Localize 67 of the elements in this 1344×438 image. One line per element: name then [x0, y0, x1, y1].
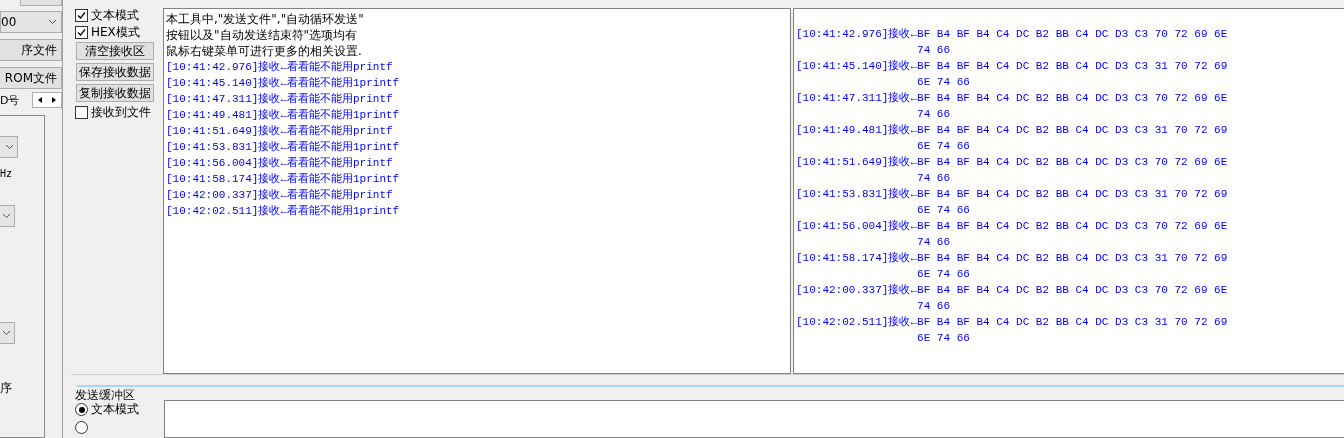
- log-prefix: [10:41:53.831]接收←: [796, 187, 918, 202]
- log-line: [10:41:42.976]接收←看看能不能用printf: [166, 60, 394, 75]
- log-prefix: [10:41:56.004]接收←: [796, 219, 918, 234]
- hex-bytes: 74 66: [917, 171, 951, 186]
- file-button[interactable]: 序文件: [0, 39, 62, 61]
- log-prefix: [10:41:58.174]接收←: [796, 251, 918, 266]
- hex-bytes: 6E 74 66: [917, 139, 970, 154]
- checkbox[interactable]: HEX模式: [75, 25, 163, 40]
- spin-control[interactable]: [32, 92, 62, 108]
- log-line: [10:41:51.649]接收←看看能不能用printf: [166, 124, 394, 139]
- hex-bytes: BF B4 BF B4 C4 DC B2 BB C4 DC D3 C3 31 70 72 69: [917, 59, 1228, 74]
- caret-icon: [2, 213, 11, 219]
- log-line: [10:41:56.004]接收←看看能不能用printf: [166, 156, 394, 171]
- log-prefix: [10:42:02.511]接收←: [796, 315, 918, 330]
- caret-icon: [5, 144, 14, 150]
- log-line: [10:41:49.481]接收←看看能不能用1printf: [166, 108, 401, 123]
- hex-bytes: BF B4 BF B4 C4 DC B2 BB C4 DC D3 C3 31 70 72 69: [917, 187, 1228, 202]
- hex-bytes: BF B4 BF B4 C4 DC B2 BB C4 DC D3 C3 70 72 69 6E: [917, 91, 1228, 106]
- log-line: [10:42:00.337]接收←看看能不能用printf: [166, 188, 394, 203]
- hex-bytes: BF B4 BF B4 C4 DC B2 BB C4 DC D3 C3 70 72 69 6E: [917, 283, 1228, 298]
- receive-hex-area[interactable]: [793, 8, 1344, 375]
- log-prefix: [10:41:45.140]接收←: [796, 59, 918, 74]
- hex-bytes: 6E 74 66: [917, 267, 970, 282]
- file-button[interactable]: ROM文件: [0, 67, 62, 89]
- caret-icon: [2, 330, 11, 336]
- log-line: [10:41:53.831]接收←看看能不能用1printf: [166, 140, 401, 155]
- hex-bytes: BF B4 BF B4 C4 DC B2 BB C4 DC D3 C3 70 72 69 6E: [917, 155, 1228, 170]
- baud-dropdown[interactable]: 00: [0, 11, 62, 33]
- hint-text: 按钮以及"自动发送结束符"选项均有: [166, 27, 359, 43]
- dropdown[interactable]: [0, 322, 15, 344]
- log-prefix: [10:41:42.976]接收←: [796, 27, 918, 42]
- hex-bytes: BF B4 BF B4 C4 DC B2 BB C4 DC D3 C3 70 72 69 6E: [917, 219, 1228, 234]
- hex-bytes: 6E 74 66: [917, 331, 970, 346]
- log-line: [10:41:58.174]接收←看看能不能用1printf: [166, 172, 401, 187]
- receive-button[interactable]: 保存接收数据: [76, 63, 154, 81]
- receive-text-area[interactable]: [163, 8, 791, 375]
- log-line: [10:41:47.311]接收←看看能不能用printf: [166, 92, 394, 107]
- checkbox[interactable]: 文本模式: [75, 8, 163, 23]
- send-text-area[interactable]: [164, 400, 1344, 438]
- log-prefix: [10:41:47.311]接收←: [796, 91, 918, 106]
- caret-icon: [48, 19, 57, 25]
- radio-button[interactable]: 文本模式: [75, 402, 163, 417]
- log-prefix: [10:41:51.649]接收←: [796, 155, 918, 170]
- hex-bytes: BF B4 BF B4 C4 DC B2 BB C4 DC D3 C3 31 70 72 69: [917, 251, 1228, 266]
- hex-bytes: 74 66: [917, 107, 951, 122]
- log-line: [10:41:45.140]接收←看看能不能用1printf: [166, 76, 401, 91]
- hex-bytes: BF B4 BF B4 C4 DC B2 BB C4 DC D3 C3 31 70 72 69: [917, 315, 1228, 330]
- hex-bytes: 74 66: [917, 43, 951, 58]
- section-title: 发送缓冲区: [75, 388, 136, 402]
- log-line: [10:42:02.511]接收←看看能不能用1printf: [166, 204, 401, 219]
- hex-bytes: BF B4 BF B4 C4 DC B2 BB C4 DC D3 C3 70 72 69 6E: [917, 27, 1228, 42]
- option-label: 序: [0, 380, 13, 397]
- hint-text: 本工具中,"发送文件","自动循环发送": [166, 11, 365, 27]
- hex-bytes: 74 66: [917, 235, 951, 250]
- hex-bytes: 6E 74 66: [917, 75, 970, 90]
- log-prefix: [10:42:00.337]接收←: [796, 283, 918, 298]
- dropdown[interactable]: [0, 205, 15, 227]
- receive-button[interactable]: 复制接收数据: [76, 84, 154, 102]
- id-label: D号: [0, 92, 20, 108]
- checkbox[interactable]: 接收到文件: [75, 105, 163, 120]
- frequency-unit: Hz: [0, 168, 14, 179]
- hint-text: 鼠标右键菜单可进行更多的相关设置.: [166, 43, 363, 59]
- receive-button[interactable]: 清空接收区: [76, 42, 154, 60]
- hex-bytes: 74 66: [917, 299, 951, 314]
- hex-bytes: BF B4 BF B4 C4 DC B2 BB C4 DC D3 C3 31 70 72 69: [917, 123, 1228, 138]
- hex-bytes: 6E 74 66: [917, 203, 970, 218]
- log-prefix: [10:41:49.481]接收←: [796, 123, 918, 138]
